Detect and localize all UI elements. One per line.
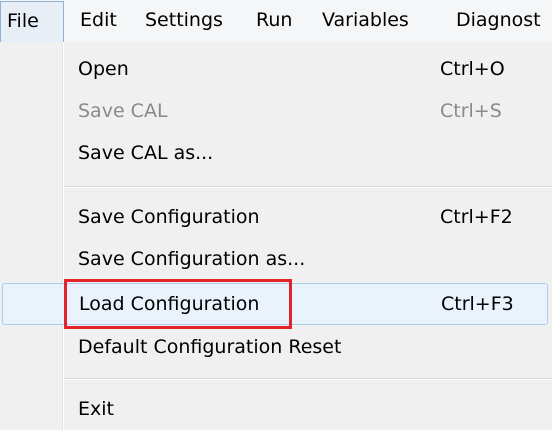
menu-settings[interactable]: Settings [145,0,223,40]
menu-separator [64,186,552,188]
menu-item-label: Load Configuration [79,293,260,315]
menu-item-label: Save CAL as... [78,142,214,164]
menu-item-save-cal-as[interactable]: Save CAL as... [0,132,552,174]
menu-item-exit[interactable]: Exit [0,388,552,430]
menu-variables[interactable]: Variables [322,0,409,40]
menu-diagnostics[interactable]: Diagnost [456,0,541,40]
menu-item-label: Save Configuration [78,206,260,228]
menu-item-label: Save Configuration as... [78,248,306,270]
menu-item-shortcut: Ctrl+S [440,100,502,122]
menu-item-label: Open [78,58,129,80]
menu-item-save-configuration[interactable]: Save Configuration Ctrl+F2 [0,196,552,238]
menu-item-shortcut: Ctrl+F3 [441,293,514,315]
menu-run[interactable]: Run [256,0,292,40]
file-menu-dropdown: Open Ctrl+O Save CAL Ctrl+S Save CAL as.… [0,42,552,430]
menu-item-save-cal: Save CAL Ctrl+S [0,90,552,132]
menu-item-label: Default Configuration Reset [78,336,342,358]
menu-item-open[interactable]: Open Ctrl+O [0,48,552,90]
menu-separator [64,378,552,380]
menu-item-save-configuration-as[interactable]: Save Configuration as... [0,238,552,280]
menu-item-shortcut: Ctrl+F2 [440,206,513,228]
menu-file[interactable]: File [0,1,64,43]
menu-bar: File Edit Settings Run Variables Diagnos… [0,0,552,43]
menu-edit[interactable]: Edit [80,0,117,40]
menu-item-shortcut: Ctrl+O [440,58,505,80]
menu-item-label: Save CAL [78,100,168,122]
menu-item-default-configuration-reset[interactable]: Default Configuration Reset [0,326,552,368]
menu-item-load-configuration[interactable]: Load Configuration Ctrl+F3 [2,283,548,325]
menu-item-label: Exit [78,398,114,420]
